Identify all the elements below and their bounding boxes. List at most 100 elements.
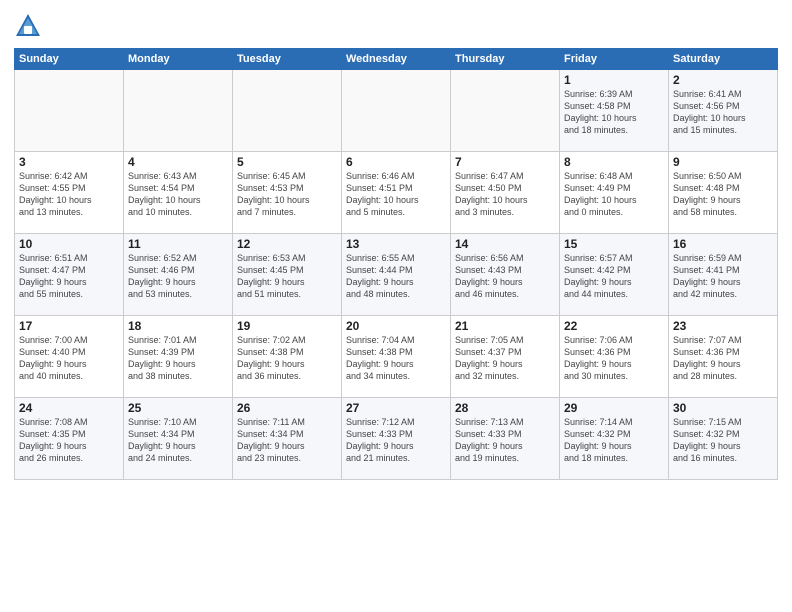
- calendar-week-2: 10Sunrise: 6:51 AM Sunset: 4:47 PM Dayli…: [15, 234, 778, 316]
- page: SundayMondayTuesdayWednesdayThursdayFrid…: [0, 0, 792, 612]
- calendar-cell: 3Sunrise: 6:42 AM Sunset: 4:55 PM Daylig…: [15, 152, 124, 234]
- calendar-week-1: 3Sunrise: 6:42 AM Sunset: 4:55 PM Daylig…: [15, 152, 778, 234]
- calendar-cell: 6Sunrise: 6:46 AM Sunset: 4:51 PM Daylig…: [342, 152, 451, 234]
- day-info: Sunrise: 6:57 AM Sunset: 4:42 PM Dayligh…: [564, 252, 664, 301]
- day-info: Sunrise: 6:41 AM Sunset: 4:56 PM Dayligh…: [673, 88, 773, 137]
- calendar-week-3: 17Sunrise: 7:00 AM Sunset: 4:40 PM Dayli…: [15, 316, 778, 398]
- logo: [14, 12, 46, 40]
- day-info: Sunrise: 7:01 AM Sunset: 4:39 PM Dayligh…: [128, 334, 228, 383]
- day-number: 2: [673, 73, 773, 87]
- day-info: Sunrise: 6:52 AM Sunset: 4:46 PM Dayligh…: [128, 252, 228, 301]
- calendar-cell: 2Sunrise: 6:41 AM Sunset: 4:56 PM Daylig…: [669, 70, 778, 152]
- calendar-header-saturday: Saturday: [669, 49, 778, 70]
- day-number: 5: [237, 155, 337, 169]
- day-number: 14: [455, 237, 555, 251]
- calendar-cell: 27Sunrise: 7:12 AM Sunset: 4:33 PM Dayli…: [342, 398, 451, 480]
- day-number: 1: [564, 73, 664, 87]
- day-info: Sunrise: 7:06 AM Sunset: 4:36 PM Dayligh…: [564, 334, 664, 383]
- day-info: Sunrise: 6:42 AM Sunset: 4:55 PM Dayligh…: [19, 170, 119, 219]
- day-number: 20: [346, 319, 446, 333]
- day-number: 29: [564, 401, 664, 415]
- calendar-cell: 15Sunrise: 6:57 AM Sunset: 4:42 PM Dayli…: [560, 234, 669, 316]
- calendar-week-4: 24Sunrise: 7:08 AM Sunset: 4:35 PM Dayli…: [15, 398, 778, 480]
- calendar-cell: 30Sunrise: 7:15 AM Sunset: 4:32 PM Dayli…: [669, 398, 778, 480]
- day-number: 6: [346, 155, 446, 169]
- calendar-cell: [15, 70, 124, 152]
- calendar-cell: 26Sunrise: 7:11 AM Sunset: 4:34 PM Dayli…: [233, 398, 342, 480]
- calendar-cell: [124, 70, 233, 152]
- day-number: 28: [455, 401, 555, 415]
- day-number: 16: [673, 237, 773, 251]
- day-info: Sunrise: 6:59 AM Sunset: 4:41 PM Dayligh…: [673, 252, 773, 301]
- day-number: 27: [346, 401, 446, 415]
- day-number: 4: [128, 155, 228, 169]
- calendar-cell: 4Sunrise: 6:43 AM Sunset: 4:54 PM Daylig…: [124, 152, 233, 234]
- calendar-cell: [451, 70, 560, 152]
- calendar-cell: 13Sunrise: 6:55 AM Sunset: 4:44 PM Dayli…: [342, 234, 451, 316]
- calendar-cell: 22Sunrise: 7:06 AM Sunset: 4:36 PM Dayli…: [560, 316, 669, 398]
- day-info: Sunrise: 7:14 AM Sunset: 4:32 PM Dayligh…: [564, 416, 664, 465]
- day-info: Sunrise: 6:39 AM Sunset: 4:58 PM Dayligh…: [564, 88, 664, 137]
- day-number: 7: [455, 155, 555, 169]
- calendar-cell: 17Sunrise: 7:00 AM Sunset: 4:40 PM Dayli…: [15, 316, 124, 398]
- day-number: 21: [455, 319, 555, 333]
- day-number: 24: [19, 401, 119, 415]
- calendar-week-0: 1Sunrise: 6:39 AM Sunset: 4:58 PM Daylig…: [15, 70, 778, 152]
- day-info: Sunrise: 6:48 AM Sunset: 4:49 PM Dayligh…: [564, 170, 664, 219]
- day-info: Sunrise: 6:51 AM Sunset: 4:47 PM Dayligh…: [19, 252, 119, 301]
- day-info: Sunrise: 6:47 AM Sunset: 4:50 PM Dayligh…: [455, 170, 555, 219]
- day-info: Sunrise: 6:50 AM Sunset: 4:48 PM Dayligh…: [673, 170, 773, 219]
- calendar: SundayMondayTuesdayWednesdayThursdayFrid…: [14, 48, 778, 480]
- calendar-cell: 1Sunrise: 6:39 AM Sunset: 4:58 PM Daylig…: [560, 70, 669, 152]
- calendar-cell: 9Sunrise: 6:50 AM Sunset: 4:48 PM Daylig…: [669, 152, 778, 234]
- calendar-cell: 25Sunrise: 7:10 AM Sunset: 4:34 PM Dayli…: [124, 398, 233, 480]
- day-number: 25: [128, 401, 228, 415]
- calendar-cell: 11Sunrise: 6:52 AM Sunset: 4:46 PM Dayli…: [124, 234, 233, 316]
- day-info: Sunrise: 6:46 AM Sunset: 4:51 PM Dayligh…: [346, 170, 446, 219]
- calendar-header-sunday: Sunday: [15, 49, 124, 70]
- calendar-cell: 12Sunrise: 6:53 AM Sunset: 4:45 PM Dayli…: [233, 234, 342, 316]
- calendar-cell: 8Sunrise: 6:48 AM Sunset: 4:49 PM Daylig…: [560, 152, 669, 234]
- day-info: Sunrise: 7:05 AM Sunset: 4:37 PM Dayligh…: [455, 334, 555, 383]
- calendar-cell: [233, 70, 342, 152]
- calendar-header-monday: Monday: [124, 49, 233, 70]
- day-number: 10: [19, 237, 119, 251]
- calendar-cell: 23Sunrise: 7:07 AM Sunset: 4:36 PM Dayli…: [669, 316, 778, 398]
- calendar-cell: [342, 70, 451, 152]
- calendar-cell: 14Sunrise: 6:56 AM Sunset: 4:43 PM Dayli…: [451, 234, 560, 316]
- calendar-cell: 24Sunrise: 7:08 AM Sunset: 4:35 PM Dayli…: [15, 398, 124, 480]
- day-number: 11: [128, 237, 228, 251]
- header: [14, 12, 778, 40]
- day-info: Sunrise: 7:02 AM Sunset: 4:38 PM Dayligh…: [237, 334, 337, 383]
- day-info: Sunrise: 7:04 AM Sunset: 4:38 PM Dayligh…: [346, 334, 446, 383]
- calendar-cell: 29Sunrise: 7:14 AM Sunset: 4:32 PM Dayli…: [560, 398, 669, 480]
- calendar-cell: 28Sunrise: 7:13 AM Sunset: 4:33 PM Dayli…: [451, 398, 560, 480]
- day-info: Sunrise: 6:45 AM Sunset: 4:53 PM Dayligh…: [237, 170, 337, 219]
- calendar-cell: 21Sunrise: 7:05 AM Sunset: 4:37 PM Dayli…: [451, 316, 560, 398]
- day-number: 18: [128, 319, 228, 333]
- day-number: 13: [346, 237, 446, 251]
- day-number: 17: [19, 319, 119, 333]
- day-number: 26: [237, 401, 337, 415]
- day-info: Sunrise: 7:11 AM Sunset: 4:34 PM Dayligh…: [237, 416, 337, 465]
- calendar-cell: 7Sunrise: 6:47 AM Sunset: 4:50 PM Daylig…: [451, 152, 560, 234]
- calendar-cell: 16Sunrise: 6:59 AM Sunset: 4:41 PM Dayli…: [669, 234, 778, 316]
- day-number: 19: [237, 319, 337, 333]
- day-info: Sunrise: 6:55 AM Sunset: 4:44 PM Dayligh…: [346, 252, 446, 301]
- calendar-header-wednesday: Wednesday: [342, 49, 451, 70]
- day-number: 22: [564, 319, 664, 333]
- day-info: Sunrise: 7:15 AM Sunset: 4:32 PM Dayligh…: [673, 416, 773, 465]
- day-info: Sunrise: 7:00 AM Sunset: 4:40 PM Dayligh…: [19, 334, 119, 383]
- day-number: 23: [673, 319, 773, 333]
- day-info: Sunrise: 7:10 AM Sunset: 4:34 PM Dayligh…: [128, 416, 228, 465]
- day-info: Sunrise: 7:07 AM Sunset: 4:36 PM Dayligh…: [673, 334, 773, 383]
- day-info: Sunrise: 7:08 AM Sunset: 4:35 PM Dayligh…: [19, 416, 119, 465]
- day-info: Sunrise: 6:43 AM Sunset: 4:54 PM Dayligh…: [128, 170, 228, 219]
- day-number: 30: [673, 401, 773, 415]
- calendar-header-row: SundayMondayTuesdayWednesdayThursdayFrid…: [15, 49, 778, 70]
- day-info: Sunrise: 6:53 AM Sunset: 4:45 PM Dayligh…: [237, 252, 337, 301]
- calendar-cell: 20Sunrise: 7:04 AM Sunset: 4:38 PM Dayli…: [342, 316, 451, 398]
- calendar-cell: 19Sunrise: 7:02 AM Sunset: 4:38 PM Dayli…: [233, 316, 342, 398]
- calendar-header-thursday: Thursday: [451, 49, 560, 70]
- day-number: 15: [564, 237, 664, 251]
